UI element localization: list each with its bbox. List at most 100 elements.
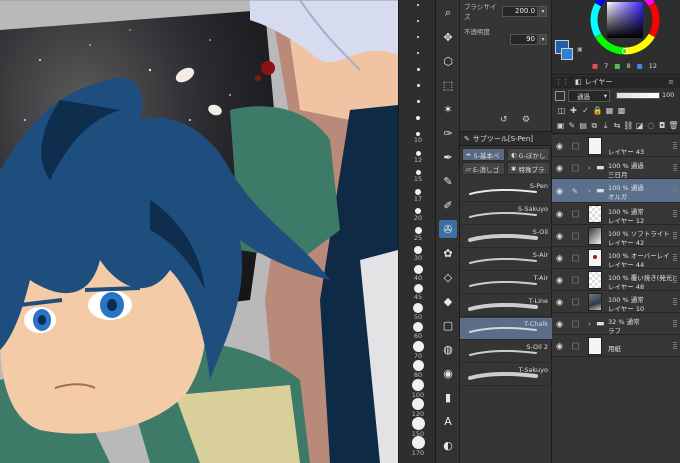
- mask-layer-icon[interactable]: ◘: [657, 120, 668, 131]
- zoom-icon[interactable]: ⌕: [439, 4, 457, 22]
- rotate-icon[interactable]: ⬡: [439, 52, 457, 70]
- reference-icon[interactable]: ✚: [568, 105, 579, 116]
- brush-size-preset[interactable]: 80: [399, 360, 437, 379]
- brush-size-preset[interactable]: 50: [399, 303, 437, 321]
- layer-row[interactable]: ◉ › ▬ 32 % 通常 ラフ: [552, 313, 680, 335]
- copy-layer-icon[interactable]: ⧉: [589, 120, 600, 131]
- wrench-icon[interactable]: ⚙: [522, 115, 530, 125]
- gradient-icon[interactable]: ◉: [439, 364, 457, 382]
- text-icon[interactable]: A: [439, 412, 457, 430]
- visibility-eye-icon[interactable]: ◉: [556, 319, 563, 328]
- brush-size-preset[interactable]: [399, 52, 437, 54]
- brush-size-preset[interactable]: 25: [399, 227, 437, 242]
- brush-item[interactable]: T-Line: [460, 295, 552, 317]
- ruler-icon[interactable]: ▮: [439, 388, 457, 406]
- brush-size-preset[interactable]: 60: [399, 322, 437, 340]
- draft-icon[interactable]: ✓: [580, 105, 591, 116]
- lock-icon[interactable]: 🔒: [592, 105, 603, 116]
- lock-toggle[interactable]: [572, 142, 579, 149]
- drag-handle[interactable]: [673, 141, 677, 150]
- opacity-dropdown-icon[interactable]: ▾: [539, 33, 547, 45]
- folder-expand-icon[interactable]: ›: [588, 164, 591, 172]
- brush-size-preset[interactable]: 15: [399, 170, 437, 183]
- visibility-eye-icon[interactable]: ◉: [556, 253, 563, 262]
- brush-item[interactable]: S-Oil: [460, 226, 552, 248]
- brush-size-preset[interactable]: [399, 84, 437, 87]
- selection-icon[interactable]: ⬚: [439, 76, 457, 94]
- drag-handle[interactable]: [673, 341, 677, 350]
- layer-row[interactable]: ◉ › ▬ 100 % 通過 三日月: [552, 157, 680, 179]
- brush-size-preset[interactable]: 40: [399, 265, 437, 282]
- visibility-eye-icon[interactable]: ◉: [556, 141, 563, 150]
- link-icon[interactable]: ⛓: [623, 120, 634, 131]
- layer-row[interactable]: ◉ 100 % オーバーレイ レイヤー 44: [552, 247, 680, 269]
- figure-icon[interactable]: ▢: [439, 316, 457, 334]
- lock-toggle[interactable]: [572, 320, 579, 327]
- brush-size-preset[interactable]: [399, 36, 437, 38]
- brush-icon[interactable]: ✐: [439, 196, 457, 214]
- new-folder-icon[interactable]: ▤: [578, 120, 589, 131]
- layer-row[interactable]: ◉ ✎ › ▬ 100 % 通過 オルガ: [552, 179, 680, 203]
- lock-toggle[interactable]: [572, 164, 579, 171]
- visibility-eye-icon[interactable]: ◉: [556, 231, 563, 240]
- drag-handle[interactable]: [673, 186, 677, 195]
- brush-size-preset[interactable]: 20: [399, 208, 437, 222]
- tone-icon[interactable]: ◌: [645, 120, 656, 131]
- subtool-group-2[interactable]: ▱ E-消しゴ: [462, 162, 505, 175]
- brush-item[interactable]: S-Oil 2: [460, 341, 552, 363]
- visibility-eye-icon[interactable]: ◉: [556, 163, 563, 172]
- merge-down-icon[interactable]: ⤓: [600, 120, 611, 131]
- subtool-group-0[interactable]: ✒ S-基本ペ: [462, 148, 505, 161]
- brush-size-preset[interactable]: [399, 116, 437, 120]
- layer-row[interactable]: ◉ 100 % 通常 レイヤー 10: [552, 291, 680, 313]
- visibility-eye-icon[interactable]: ◉: [556, 297, 563, 306]
- brush-size-preset[interactable]: 45: [399, 284, 437, 301]
- brush-size-preset[interactable]: [399, 4, 437, 6]
- layer-row[interactable]: ◉ 用紙: [552, 335, 680, 357]
- brush-item[interactable]: T-Chalk: [460, 318, 552, 340]
- brush-size-preset[interactable]: 170: [399, 436, 437, 457]
- sub-color-swatch[interactable]: [561, 48, 573, 60]
- fill-icon[interactable]: ◍: [439, 340, 457, 358]
- brush-size-preset[interactable]: 12: [399, 151, 437, 164]
- lock-toggle[interactable]: [572, 342, 579, 349]
- new-vector-icon[interactable]: ✎: [566, 120, 577, 131]
- brush-item[interactable]: S-Air: [460, 249, 552, 271]
- layer-row[interactable]: ◉ レイヤー 43: [552, 135, 680, 157]
- delete-layer-icon[interactable]: 🗑: [668, 120, 679, 131]
- brush-size-preset[interactable]: 100: [399, 379, 437, 399]
- visibility-eye-icon[interactable]: ◉: [556, 209, 563, 218]
- layer-row[interactable]: ◉ 100 % ソフトライト レイヤー 42: [552, 225, 680, 247]
- folder-expand-icon[interactable]: ›: [588, 187, 591, 195]
- balloon-icon[interactable]: ◐: [439, 436, 457, 454]
- brush-size-input[interactable]: 200.0: [502, 5, 539, 17]
- lasso-icon[interactable]: ✶: [439, 100, 457, 118]
- lock-toggle[interactable]: [572, 232, 579, 239]
- transfer-icon[interactable]: ⇆: [612, 120, 623, 131]
- mask-icon[interactable]: ▩: [616, 105, 627, 116]
- layer-color-icon[interactable]: [555, 91, 565, 101]
- eyedropper-icon[interactable]: ✑: [439, 124, 457, 142]
- transparent-color-icon[interactable]: ▣: [577, 46, 583, 53]
- brush-item[interactable]: T-Air: [460, 272, 552, 294]
- drag-handle[interactable]: [673, 297, 677, 306]
- airbrush-icon[interactable]: ✇: [439, 220, 457, 238]
- lock-transparent-icon[interactable]: ▦: [604, 105, 615, 116]
- fill-layer-icon[interactable]: ◪: [634, 120, 645, 131]
- brush-size-dropdown-icon[interactable]: ▾: [539, 5, 548, 17]
- pencil-icon[interactable]: ✎: [439, 172, 457, 190]
- move-icon[interactable]: ✥: [439, 28, 457, 46]
- lock-toggle[interactable]: [572, 276, 579, 283]
- subtool-group-1[interactable]: ◐ G-ぼかし: [507, 148, 550, 161]
- brush-size-preset[interactable]: 150: [399, 417, 437, 438]
- brush-size-preset[interactable]: 17: [399, 189, 437, 203]
- brush-size-preset[interactable]: 30: [399, 246, 437, 262]
- drag-handle[interactable]: [673, 253, 677, 262]
- layer-row[interactable]: ◉ 100 % 覆い焼き(発光) レイヤー 48: [552, 269, 680, 291]
- layer-tab[interactable]: レイヤー: [585, 77, 613, 87]
- brush-size-preset[interactable]: [399, 20, 437, 22]
- panel-menu-icon[interactable]: ≡: [668, 78, 674, 86]
- pen-icon[interactable]: ✒: [439, 148, 457, 166]
- edit-pen-icon[interactable]: ✎: [572, 187, 579, 195]
- visibility-eye-icon[interactable]: ◉: [556, 275, 563, 284]
